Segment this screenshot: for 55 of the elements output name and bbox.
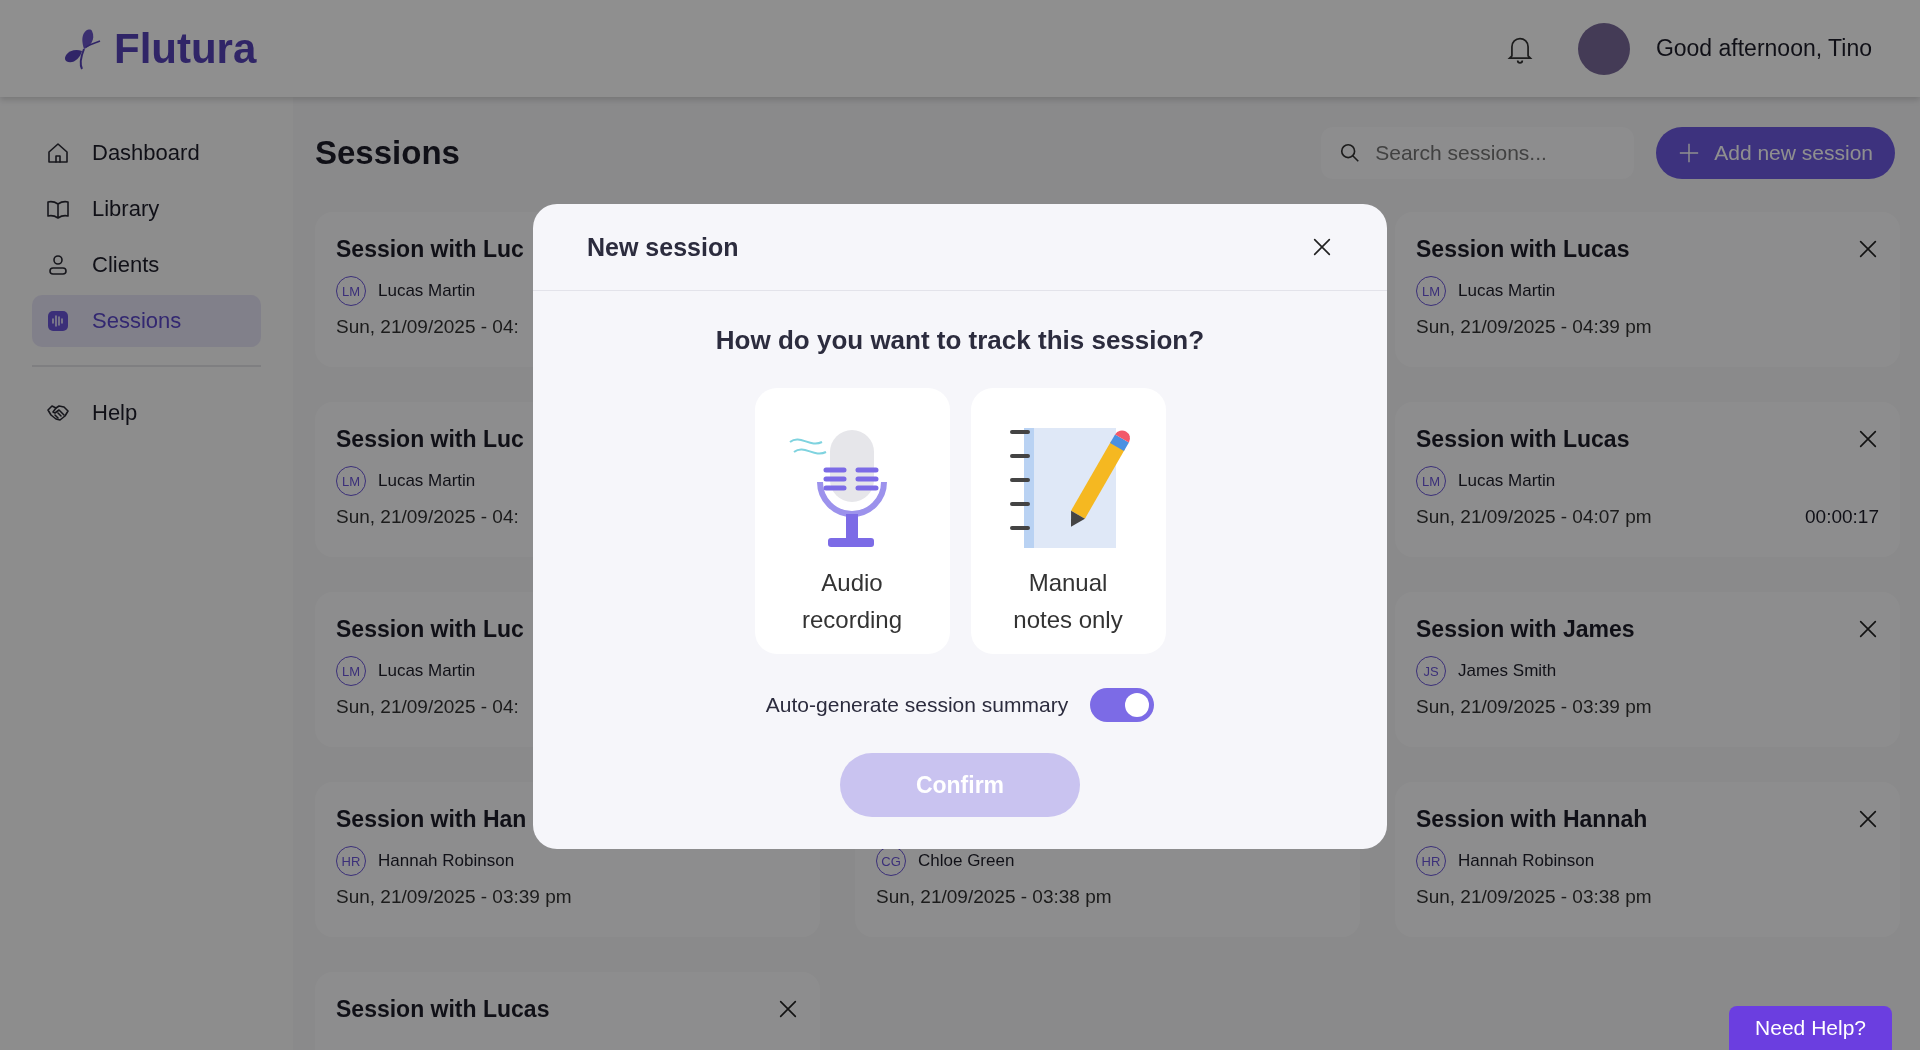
session-duration: 00:00:17 [1805, 506, 1879, 528]
session-title: Session with Luc [336, 235, 524, 263]
close-icon[interactable] [1857, 428, 1879, 450]
session-title: Session with Luc [336, 425, 524, 453]
session-title: Session with Luc [336, 615, 524, 643]
session-date: Sun, 21/09/2025 - 04: [336, 506, 519, 528]
tracking-option[interactable]: Audio recording [754, 388, 950, 654]
session-date: Sun, 21/09/2025 - 04:39 pm [1416, 316, 1652, 338]
dialog-title: New session [587, 232, 739, 262]
plus-icon [1678, 142, 1701, 164]
sidebar-item[interactable]: Clients [32, 239, 261, 291]
need-help-button[interactable]: Need Help? [1729, 1006, 1892, 1050]
session-date: Sun, 21/09/2025 - 03:39 pm [1416, 696, 1652, 718]
client-name: Lucas Martin [378, 661, 476, 681]
client-name: Lucas Martin [1458, 471, 1556, 491]
home-icon [46, 141, 70, 165]
session-title: Session with Han [336, 805, 527, 833]
session-date: Sun, 21/09/2025 - 03:38 pm [876, 886, 1112, 908]
page-title: Sessions [315, 134, 461, 172]
session-title: Session with James [1416, 615, 1635, 643]
client-name: James Smith [1458, 661, 1557, 681]
toggle-label: Auto-generate session summary [765, 693, 1069, 717]
session-date: Sun, 21/09/2025 - 04: [336, 696, 519, 718]
dialog-question: How do you want to track this session? [715, 325, 1205, 356]
waveform-icon [46, 309, 70, 333]
session-date: Sun, 21/09/2025 - 04: [336, 316, 519, 338]
session-title: Session with Lucas [336, 995, 550, 1023]
tracking-option[interactable]: Manual notes only [970, 388, 1166, 654]
close-icon[interactable] [1857, 238, 1879, 260]
add-session-button[interactable]: Add new session [1656, 127, 1895, 179]
sidebar-item[interactable]: Help [32, 387, 261, 439]
client-name: Lucas Martin [1458, 281, 1556, 301]
sidebar-item[interactable]: Dashboard [32, 127, 261, 179]
person-icon [46, 253, 70, 277]
session-date: Sun, 21/09/2025 - 04:07 pm [1416, 506, 1652, 528]
close-icon[interactable] [1311, 236, 1333, 258]
close-icon[interactable] [1857, 808, 1879, 830]
close-icon[interactable] [777, 998, 799, 1020]
client-name: Lucas Martin [378, 281, 476, 301]
client-name: Hannah Robinson [378, 851, 515, 871]
session-title: Session with Lucas [1416, 235, 1630, 263]
summary-toggle[interactable] [1090, 688, 1155, 722]
close-icon[interactable] [1857, 618, 1879, 640]
session-date: Sun, 21/09/2025 - 03:38 pm [1416, 886, 1652, 908]
search-icon [1339, 142, 1362, 164]
session-title: Session with Hannah [1416, 805, 1648, 833]
sidebar-item[interactable]: Library [32, 183, 261, 235]
session-date: Sun, 21/09/2025 - 03:39 pm [336, 886, 572, 908]
session-title: Session with Lucas [1416, 425, 1630, 453]
greeting-text: Good afternoon, Tino [1655, 35, 1872, 62]
client-name: Hannah Robinson [1458, 851, 1595, 871]
client-name: Chloe Green [918, 851, 1015, 871]
logo-wordmark[interactable]: Flutura [114, 24, 257, 73]
sidebar-item[interactable]: Sessions [32, 295, 261, 347]
client-name: Lucas Martin [378, 471, 476, 491]
